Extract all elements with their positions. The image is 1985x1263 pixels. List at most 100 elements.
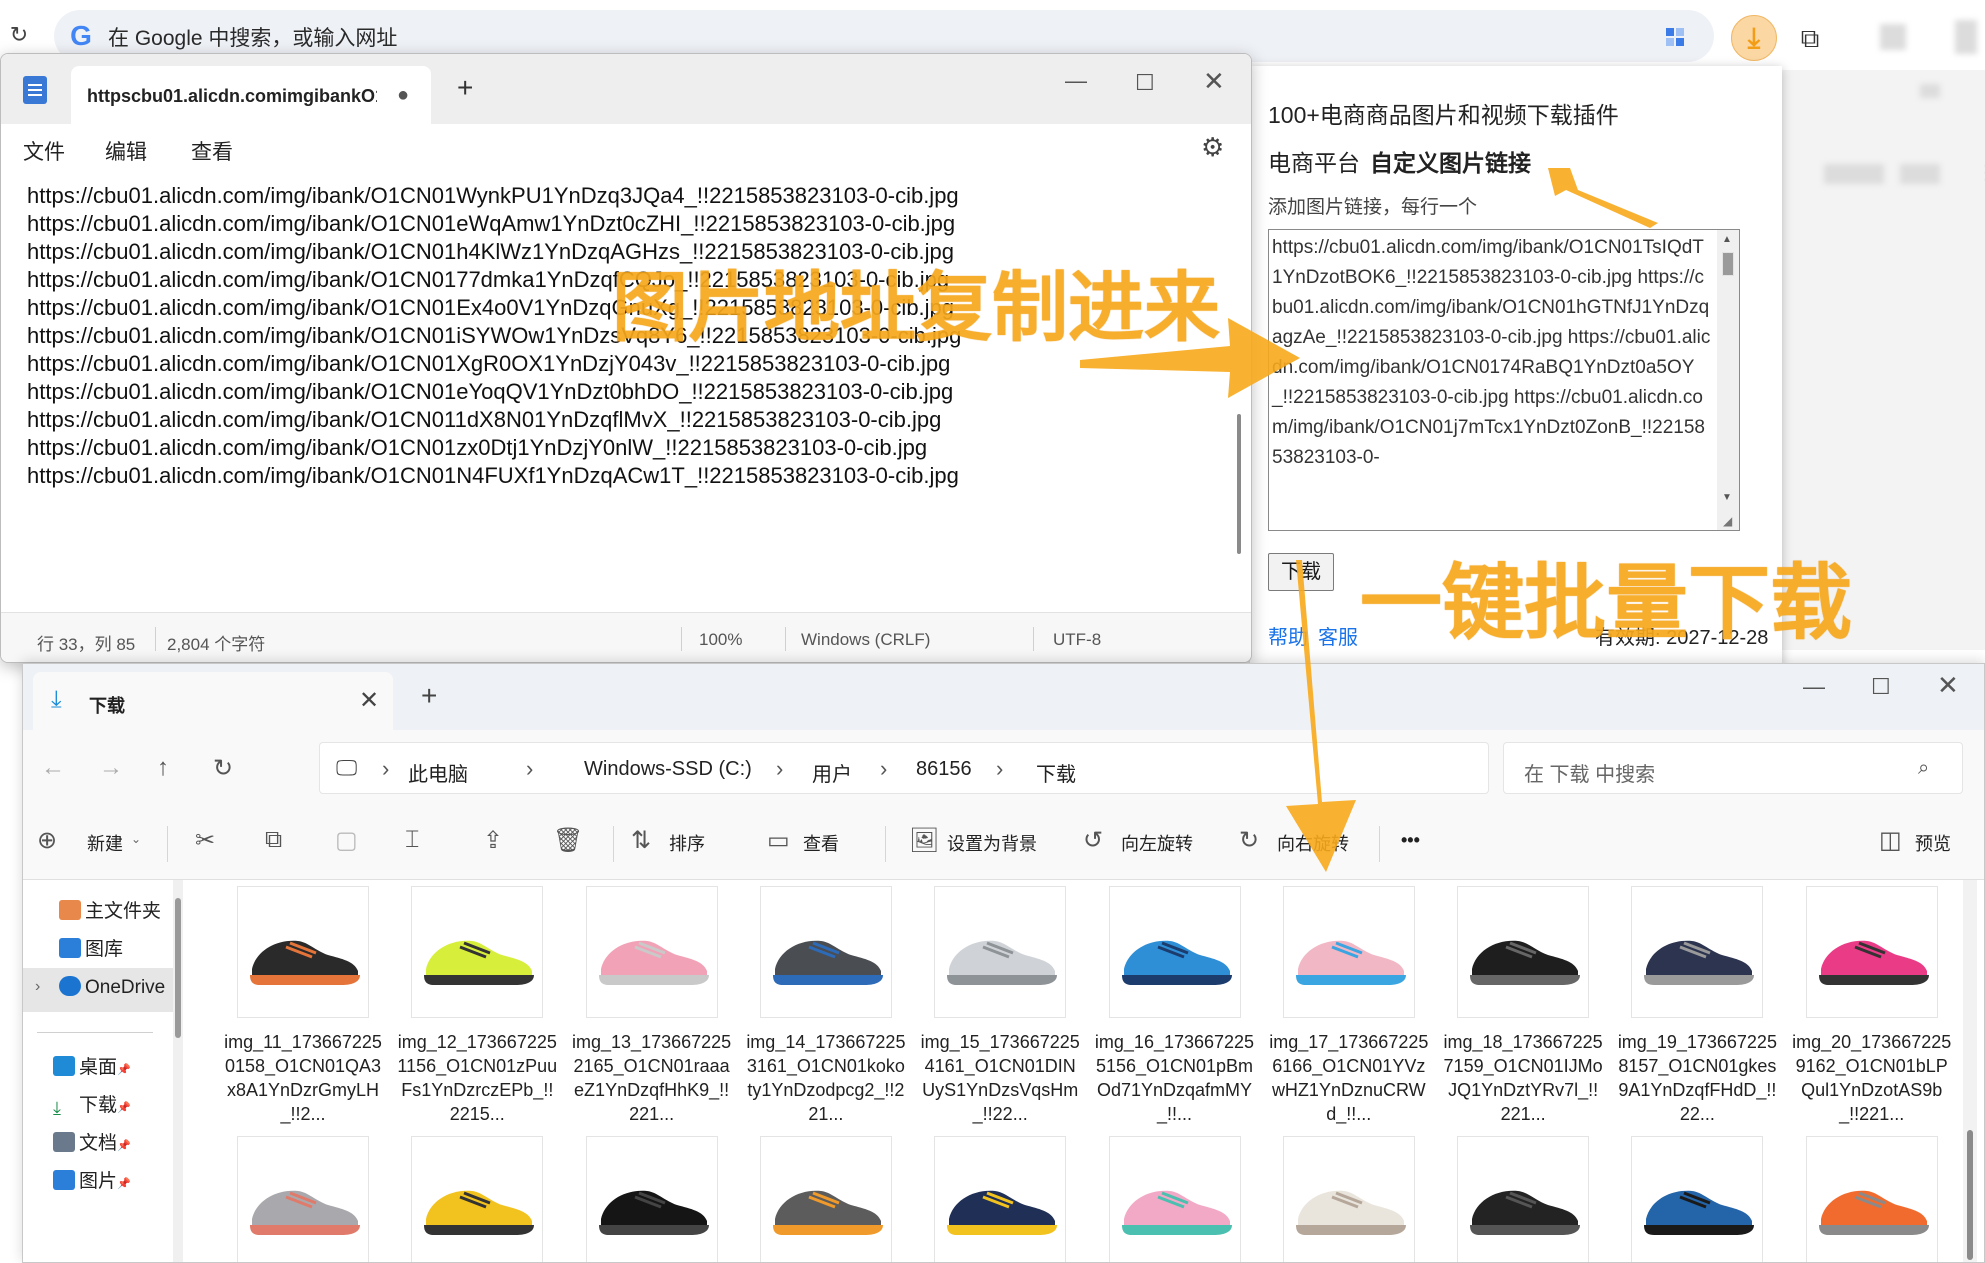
rename-icon[interactable]: ⌶ — [405, 826, 419, 854]
rotate-right-icon[interactable]: ↻ — [1239, 826, 1259, 855]
sidebar-item-pictures[interactable]: 图片📌 — [53, 1166, 131, 1193]
scrollbar-thumb[interactable] — [1967, 1130, 1973, 1260]
minimize-button[interactable]: — — [1065, 68, 1087, 94]
menu-view[interactable]: 查看 — [191, 136, 233, 166]
text-line[interactable]: https://cbu01.alicdn.com/img/ibank/O1CN0… — [27, 434, 927, 462]
file-grid-scrollbar[interactable] — [1963, 880, 1977, 1262]
menu-edit[interactable]: 编辑 — [105, 136, 147, 166]
notepad-tab[interactable]: httpscbu01.alicdn.comimgibankO1( ● — [71, 66, 431, 124]
breadcrumb-users[interactable]: 用户 — [812, 758, 852, 787]
close-button[interactable]: ✕ — [1203, 66, 1225, 97]
expand-chevron-icon[interactable]: › — [35, 978, 40, 996]
sidebar-item-gallery[interactable]: 图库 — [59, 934, 123, 961]
set-background-button[interactable]: 设置为背景 — [947, 830, 1037, 856]
back-arrow-icon[interactable]: ← — [41, 754, 65, 782]
new-tab-button[interactable]: + — [421, 680, 437, 712]
image-links-textarea[interactable]: https://cbu01.alicdn.com/img/ibank/O1CN0… — [1268, 229, 1740, 531]
image-thumbnail[interactable] — [411, 886, 544, 1018]
download-extension-icon[interactable]: ⤓ — [1731, 15, 1777, 61]
image-thumbnail[interactable] — [1805, 886, 1938, 1018]
chevron-right-icon[interactable]: › — [880, 756, 887, 782]
image-thumbnail[interactable] — [585, 886, 718, 1018]
new-plus-icon[interactable]: ⊕ — [37, 826, 57, 855]
text-line[interactable]: https://cbu01.alicdn.com/img/ibank/O1CN0… — [27, 182, 959, 210]
search-input[interactable]: 在 下载 中搜索 ⌕ — [1503, 742, 1963, 794]
minimize-button[interactable]: — — [1803, 674, 1825, 700]
sidebar-item-home[interactable]: 主文件夹 — [59, 896, 161, 923]
sidebar-item-onedrive[interactable]: OneDrive — [59, 976, 165, 999]
image-thumbnail[interactable] — [1631, 1136, 1764, 1262]
image-thumbnail[interactable] — [1457, 1136, 1590, 1262]
profile-avatar[interactable] — [1880, 24, 1906, 50]
text-line[interactable]: https://cbu01.alicdn.com/img/ibank/O1CN0… — [27, 378, 953, 406]
image-thumbnail[interactable] — [1282, 886, 1415, 1018]
sidebar-scrollbar[interactable] — [173, 880, 183, 1262]
image-thumbnail[interactable] — [934, 886, 1067, 1018]
extensions-puzzle-icon[interactable]: ⧉ — [1790, 18, 1830, 58]
sidebar-item-desktop[interactable]: 桌面📌 — [53, 1052, 131, 1079]
new-tab-button[interactable]: + — [457, 72, 473, 104]
image-thumbnail[interactable] — [237, 1136, 369, 1262]
cut-icon[interactable]: ✂ — [195, 826, 215, 855]
address-bar-placeholder[interactable]: 在 Google 中搜索，或输入网址 — [108, 22, 397, 52]
image-thumbnail[interactable] — [759, 886, 892, 1018]
sidebar-item-documents[interactable]: 文档📌 — [53, 1128, 131, 1155]
more-vert-icon[interactable]: ⋮ — [1976, 160, 1985, 185]
share-icon[interactable]: ⇪ — [483, 826, 503, 855]
image-thumbnail[interactable] — [1457, 886, 1590, 1018]
computer-icon[interactable]: 🖵 — [336, 755, 357, 781]
resize-grip-icon[interactable]: ◢ — [1723, 514, 1732, 528]
view-button[interactable]: 查看 — [803, 830, 839, 856]
paste-icon[interactable]: ▢ — [335, 826, 358, 855]
image-thumbnail[interactable] — [1282, 1136, 1415, 1262]
delete-icon[interactable]: 🗑 — [553, 826, 583, 855]
pin-icon[interactable]: 📌 — [117, 1178, 131, 1190]
rotate-left-icon[interactable]: ↺ — [1083, 826, 1103, 855]
copy-icon[interactable]: ⧉ — [265, 826, 282, 854]
platform-row[interactable]: 电商平台 自定义图片链接 — [1268, 144, 1531, 178]
text-line[interactable]: https://cbu01.alicdn.com/img/ibank/O1CN0… — [27, 406, 941, 434]
text-line[interactable]: https://cbu01.alicdn.com/img/ibank/O1CN0… — [27, 462, 959, 490]
translate-extension-icon[interactable] — [1664, 26, 1686, 48]
download-button[interactable]: 下载 — [1268, 553, 1334, 591]
rotate-right-button[interactable]: 向右旋转 — [1277, 830, 1349, 856]
reload-icon[interactable]: ↻ — [6, 22, 32, 48]
image-thumbnail[interactable] — [411, 1136, 544, 1262]
scroll-up-icon[interactable]: ▲ — [1722, 234, 1732, 245]
platform-value[interactable]: 自定义图片链接 — [1370, 150, 1531, 176]
view-icon[interactable]: ▭ — [767, 826, 790, 855]
chrome-menu-icon[interactable] — [1955, 20, 1977, 54]
breadcrumb-drive[interactable]: Windows-SSD (C:) — [584, 758, 752, 781]
breadcrumb-downloads[interactable]: 下载 — [1036, 758, 1076, 787]
maximize-button[interactable]: ☐ — [1135, 70, 1155, 96]
breadcrumb-this-pc[interactable]: 此电脑 — [408, 758, 468, 787]
more-options-icon[interactable]: ••• — [1401, 830, 1420, 851]
notepad-scrollbar[interactable] — [1237, 414, 1241, 554]
close-tab-icon[interactable]: ✕ — [359, 686, 379, 715]
image-thumbnail[interactable] — [934, 1136, 1067, 1262]
pin-icon[interactable]: 📌 — [117, 1140, 131, 1152]
up-arrow-icon[interactable]: ↑ — [157, 754, 169, 782]
pin-icon[interactable]: 📌 — [117, 1102, 131, 1114]
notepad-text-area[interactable]: https://cbu01.alicdn.com/img/ibank/O1CN0… — [27, 182, 1227, 582]
image-thumbnail[interactable] — [1805, 1136, 1938, 1262]
image-thumbnail[interactable] — [759, 1136, 892, 1262]
textarea-scrollbar[interactable]: ▲ ▼ ◢ — [1717, 230, 1739, 530]
help-link[interactable]: 帮助 — [1268, 621, 1308, 650]
scroll-down-icon[interactable]: ▼ — [1722, 492, 1732, 503]
chevron-right-icon[interactable]: › — [996, 756, 1003, 782]
preview-button[interactable]: 预览 — [1915, 830, 1951, 856]
settings-gear-icon[interactable]: ⚙ — [1201, 132, 1224, 163]
new-button[interactable]: 新建 — [87, 830, 123, 856]
chevron-down-icon[interactable]: ⌄ — [131, 832, 141, 846]
sort-icon[interactable]: ⇅ — [631, 826, 651, 855]
menu-file[interactable]: 文件 — [23, 136, 65, 166]
chevron-right-icon[interactable]: › — [776, 756, 783, 782]
scrollbar-thumb[interactable] — [175, 898, 181, 1038]
unsaved-indicator-icon[interactable]: ● — [397, 84, 409, 107]
forward-arrow-icon[interactable]: → — [99, 754, 123, 782]
text-line[interactable]: https://cbu01.alicdn.com/img/ibank/O1CN0… — [27, 210, 955, 238]
sidebar-item-downloads[interactable]: ⤓ 下载📌 — [53, 1090, 131, 1118]
image-thumbnail[interactable] — [1108, 886, 1241, 1018]
image-thumbnail[interactable] — [585, 1136, 718, 1262]
